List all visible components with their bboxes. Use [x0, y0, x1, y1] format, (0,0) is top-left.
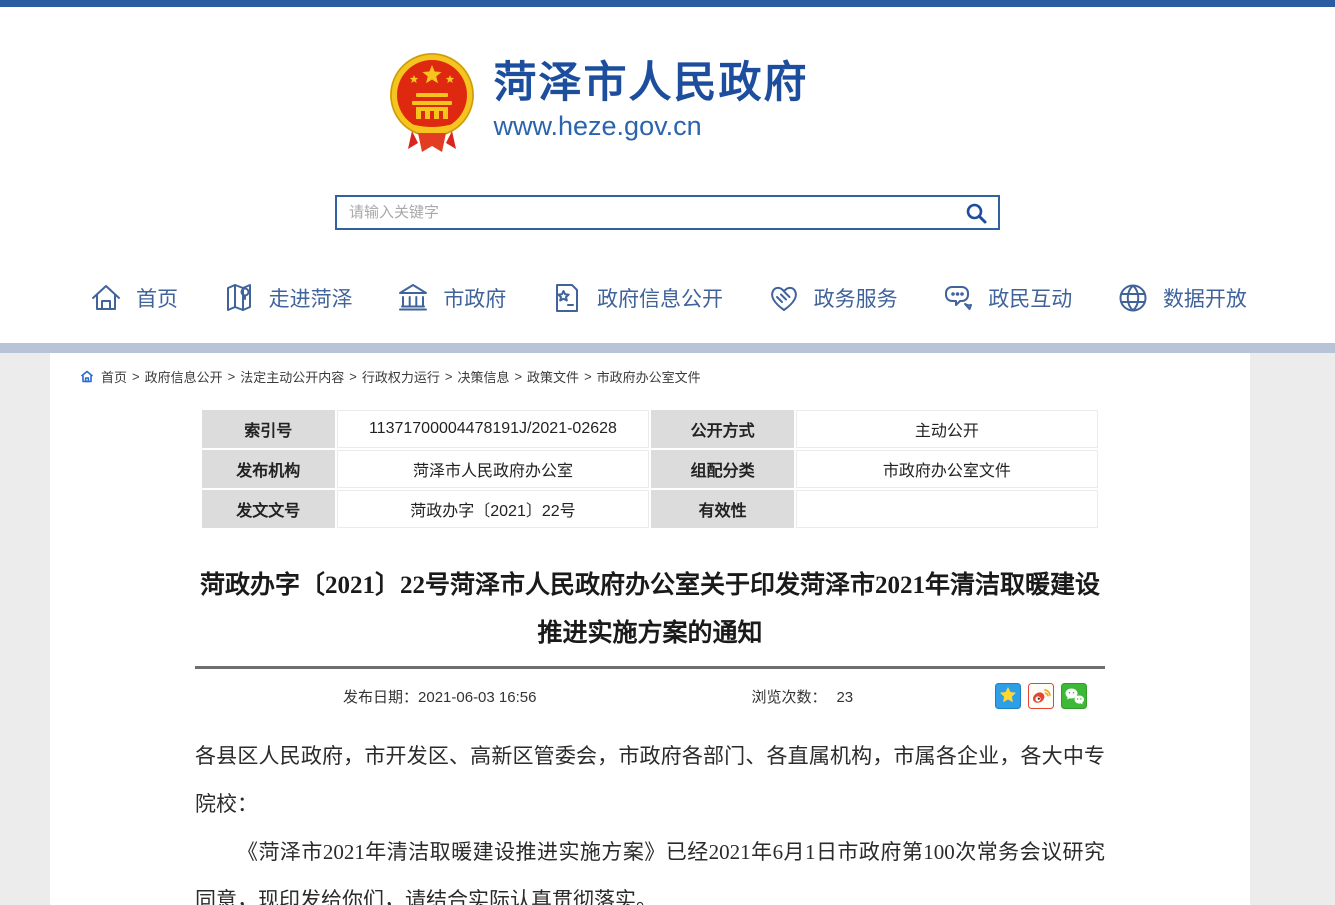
nav-item-about-heze[interactable]: 走进菏泽	[221, 280, 353, 316]
article: 菏政办字〔2021〕22号菏泽市人民政府办公室关于印发菏泽市2021年清洁取暖建…	[195, 562, 1105, 905]
publish-date-label: 发布日期：	[343, 689, 418, 706]
main-navigation: 首页 走进菏泽 市政府 政府信息公开 政务服务	[0, 270, 1335, 326]
right-gutter	[1250, 353, 1335, 905]
national-emblem-logo	[388, 49, 476, 153]
site-header: 菏泽市人民政府 www.heze.gov.cn	[0, 7, 1335, 153]
share-buttons	[995, 683, 1087, 709]
breadcrumb-separator: >	[132, 369, 140, 384]
breadcrumb-item-office-docs[interactable]: 市政府办公室文件	[597, 367, 701, 386]
table-row: 发布机构 菏泽市人民政府办公室 组配分类 市政府办公室文件	[202, 450, 1098, 488]
meta-label-issuing-agency: 发布机构	[202, 450, 335, 488]
nav-item-open-data[interactable]: 数据开放	[1115, 280, 1247, 316]
globe-icon	[1115, 280, 1151, 316]
nav-label: 走进菏泽	[269, 283, 353, 313]
meta-value-disclosure-method: 主动公开	[796, 410, 1098, 448]
nav-label: 市政府	[443, 283, 506, 313]
breadcrumb-separator: >	[349, 369, 357, 384]
meta-value-issuing-agency: 菏泽市人民政府办公室	[337, 450, 650, 488]
meta-label-index-no: 索引号	[202, 410, 335, 448]
search-icon	[964, 201, 988, 225]
nav-item-public-interaction[interactable]: 政民互动	[940, 280, 1072, 316]
divider-band	[0, 343, 1335, 353]
table-row: 索引号 11371700004478191J/2021-02628 公开方式 主…	[202, 410, 1098, 448]
breadcrumb-item-statutory-disclosure[interactable]: 法定主动公开内容	[240, 367, 344, 386]
home-icon	[88, 280, 124, 316]
content-panel: 首页 > 政府信息公开 > 法定主动公开内容 > 行政权力运行 > 决策信息 >…	[50, 353, 1250, 905]
view-count-label: 浏览次数：	[751, 689, 826, 706]
document-title: 菏政办字〔2021〕22号菏泽市人民政府办公室关于印发菏泽市2021年清洁取暖建…	[195, 562, 1105, 658]
breadcrumb-separator: >	[228, 369, 236, 384]
view-count-value: 23	[836, 689, 853, 706]
document-star-icon	[549, 280, 585, 316]
breadcrumb: 首页 > 政府信息公开 > 法定主动公开内容 > 行政权力运行 > 决策信息 >…	[50, 353, 1250, 386]
main-area: 首页 > 政府信息公开 > 法定主动公开内容 > 行政权力运行 > 决策信息 >…	[0, 353, 1335, 905]
meta-label-category: 组配分类	[651, 450, 794, 488]
meta-value-doc-number: 菏政办字〔2021〕22号	[337, 490, 650, 528]
nav-label: 首页	[136, 283, 178, 313]
chat-bubbles-icon	[940, 280, 976, 316]
breadcrumb-separator: >	[445, 369, 453, 384]
breadcrumb-separator: >	[584, 369, 592, 384]
handshake-heart-icon	[766, 280, 802, 316]
breadcrumb-item-policy-docs[interactable]: 政策文件	[527, 367, 579, 386]
top-accent-bar	[0, 0, 1335, 7]
search-box	[335, 195, 1000, 230]
breadcrumb-item-admin-power[interactable]: 行政权力运行	[362, 367, 440, 386]
breadcrumb-item-decision-info[interactable]: 决策信息	[457, 367, 509, 386]
meta-label-validity: 有效性	[651, 490, 794, 528]
share-qzone-icon[interactable]	[995, 683, 1021, 709]
breadcrumb-item-gov-info[interactable]: 政府信息公开	[145, 367, 223, 386]
nav-item-government-services[interactable]: 政务服务	[766, 280, 898, 316]
document-meta-table: 索引号 11371700004478191J/2021-02628 公开方式 主…	[200, 408, 1100, 530]
search-input[interactable]	[337, 197, 954, 228]
nav-item-government-info-disclosure[interactable]: 政府信息公开	[549, 280, 723, 316]
meta-value-validity	[796, 490, 1098, 528]
map-icon	[221, 280, 257, 316]
document-meta-row: 发布日期：2021-06-03 16:56 浏览次数： 23	[195, 682, 1105, 710]
meta-value-index-no: 11371700004478191J/2021-02628	[337, 410, 650, 448]
title-divider	[195, 666, 1105, 669]
breadcrumb-item-home[interactable]: 首页	[101, 367, 127, 386]
breadcrumb-home-icon	[80, 370, 94, 383]
publish-date: 发布日期：2021-06-03 16:56	[343, 686, 536, 707]
site-title: 菏泽市人民政府	[494, 60, 809, 107]
meta-value-category: 市政府办公室文件	[796, 450, 1098, 488]
search-button[interactable]	[954, 197, 998, 228]
nav-label: 政府信息公开	[597, 283, 723, 313]
meta-label-disclosure-method: 公开方式	[651, 410, 794, 448]
breadcrumb-separator: >	[514, 369, 522, 384]
body-paragraph-main: 《菏泽市2021年清洁取暖建设推进实施方案》已经2021年6月1日市政府第100…	[195, 828, 1105, 905]
nav-label: 政民互动	[988, 283, 1072, 313]
publish-date-value: 2021-06-03 16:56	[418, 689, 536, 706]
search-section	[0, 195, 1335, 230]
body-paragraph-salutation: 各县区人民政府，市开发区、高新区管委会，市政府各部门、各直属机构，市属各企业，各…	[195, 732, 1105, 828]
view-count: 浏览次数： 23	[751, 686, 853, 707]
site-url: www.heze.gov.cn	[494, 111, 809, 142]
share-wechat-icon[interactable]	[1061, 683, 1087, 709]
share-weibo-icon[interactable]	[1028, 683, 1054, 709]
document-body: 各县区人民政府，市开发区、高新区管委会，市政府各部门、各直属机构，市属各企业，各…	[195, 732, 1105, 905]
nav-item-city-government[interactable]: 市政府	[395, 280, 506, 316]
table-row: 发文文号 菏政办字〔2021〕22号 有效性	[202, 490, 1098, 528]
nav-label: 政务服务	[814, 283, 898, 313]
left-gutter	[0, 353, 50, 905]
government-building-icon	[395, 280, 431, 316]
meta-label-doc-number: 发文文号	[202, 490, 335, 528]
nav-item-home[interactable]: 首页	[88, 280, 178, 316]
nav-label: 数据开放	[1163, 283, 1247, 313]
